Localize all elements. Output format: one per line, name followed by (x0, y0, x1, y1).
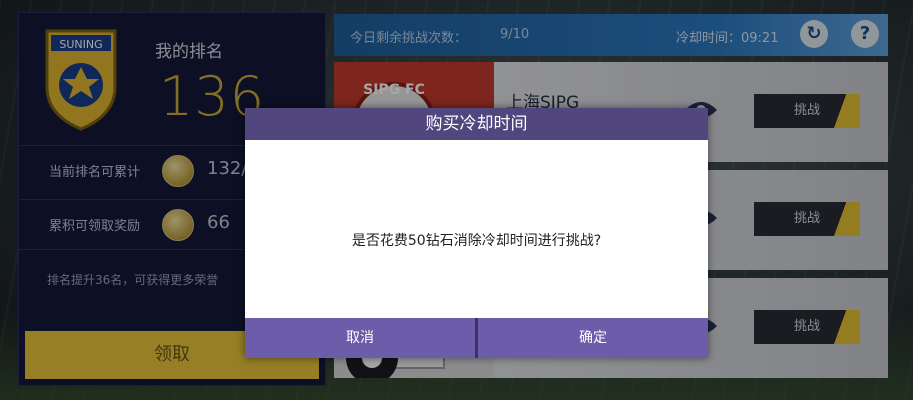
dialog-title: 购买冷却时间 (245, 108, 708, 140)
buy-cooldown-dialog: 购买冷却时间 是否花费50钻石消除冷却时间进行挑战? 取消 确定 (245, 108, 708, 358)
confirm-button[interactable]: 确定 (478, 318, 708, 358)
dialog-message: 是否花费50钻石消除冷却时间进行挑战? (351, 233, 602, 249)
cancel-button[interactable]: 取消 (245, 318, 475, 358)
